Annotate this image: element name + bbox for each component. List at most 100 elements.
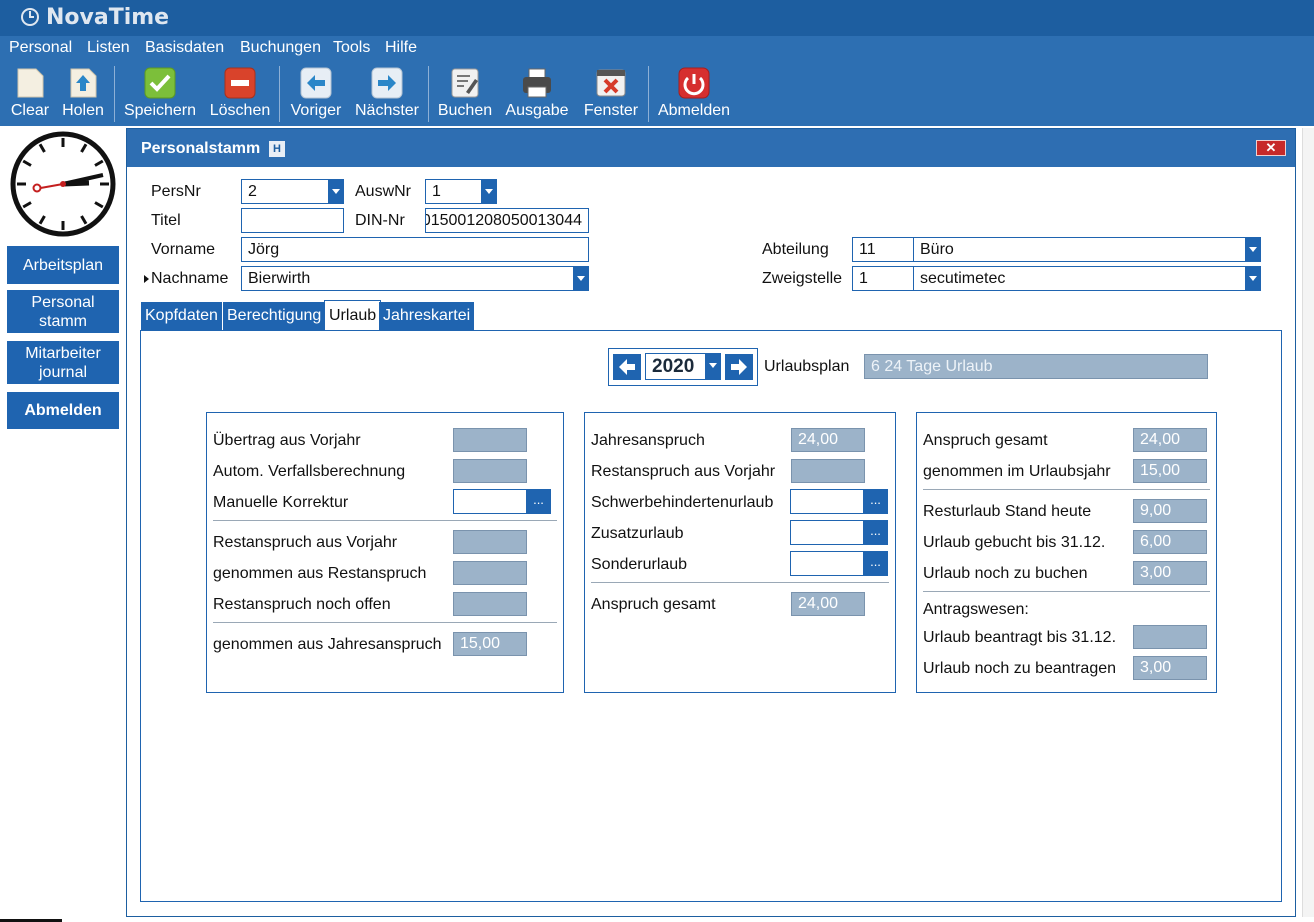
ausgabe-button[interactable]: Ausgabe — [503, 66, 571, 124]
arrow-right-icon — [371, 67, 403, 99]
save-button[interactable]: Speichern — [122, 66, 198, 124]
sidebar-abmelden-button[interactable]: Abmelden — [7, 392, 119, 429]
antragswesen-label: Antragswesen: — [923, 601, 1029, 618]
chevron-down-icon[interactable] — [481, 180, 496, 203]
chevron-down-icon[interactable] — [1245, 267, 1260, 290]
abteilung-nr-input[interactable]: 11 — [852, 237, 915, 262]
restanspruch-label: Restanspruch aus Vorjahr — [213, 534, 398, 551]
fenster-button[interactable]: Fenster — [581, 66, 641, 124]
buchen-button[interactable]: Buchen — [436, 66, 494, 124]
chevron-down-icon[interactable] — [328, 180, 343, 203]
auswnr-select[interactable]: 1 — [425, 179, 497, 204]
anspruch-total-value: 24,00 — [1133, 428, 1207, 452]
anspruch-total-label: Anspruch gesamt — [923, 432, 1048, 449]
ellipsis-button[interactable]: ... — [863, 489, 888, 514]
restanspruch-value — [453, 530, 527, 554]
chevron-down-icon[interactable] — [573, 267, 588, 290]
next-button[interactable]: Nächster — [353, 66, 421, 124]
year-select[interactable]: 2020 — [645, 353, 721, 380]
logout-button[interactable]: Abmelden — [656, 66, 732, 124]
next-year-button[interactable] — [725, 354, 753, 380]
toolbar-separator — [648, 66, 649, 122]
anspruch-gesamt-label: Anspruch gesamt — [591, 596, 716, 613]
menu-hilfe[interactable]: Hilfe — [385, 39, 417, 57]
rest-offen-value — [453, 592, 527, 616]
holen-button[interactable]: Holen — [60, 66, 106, 124]
urlaubsplan-field: 6 24 Tage Urlaub — [864, 354, 1208, 379]
genommen-rest-label: genommen aus Restanspruch — [213, 565, 427, 582]
close-window-icon — [596, 69, 626, 97]
sonderurlaub-input[interactable]: ... — [790, 551, 888, 576]
ellipsis-button[interactable]: ... — [863, 551, 888, 576]
toolbar-separator — [428, 66, 429, 122]
checkmark-icon — [144, 67, 176, 99]
beantragt-value — [1133, 625, 1207, 649]
window-scrollbar[interactable] — [1302, 128, 1314, 917]
vorname-input[interactable]: Jörg — [241, 237, 589, 262]
autom-value — [453, 459, 527, 483]
menu-tools[interactable]: Tools — [333, 39, 370, 57]
divider — [923, 489, 1210, 490]
clear-button[interactable]: Clear — [8, 66, 52, 124]
title-bar: NovaTime — [0, 0, 1314, 36]
jahresanspruch-value: 24,00 — [791, 428, 865, 452]
persnr-select[interactable]: 2 — [241, 179, 344, 204]
zu-buchen-label: Urlaub noch zu buchen — [923, 565, 1088, 582]
divider — [213, 622, 557, 623]
zweigstelle-select[interactable]: secutimetec — [913, 266, 1261, 291]
divider — [213, 520, 557, 521]
window-close-button[interactable]: ✕ — [1256, 140, 1286, 156]
gebucht-value: 6,00 — [1133, 530, 1207, 554]
ellipsis-button[interactable]: ... — [863, 520, 888, 545]
nachname-select[interactable]: Bierwirth — [241, 266, 589, 291]
dinnr-input[interactable]: )015001208050013044 — [425, 208, 589, 233]
chevron-down-icon[interactable] — [1245, 238, 1260, 261]
zusatzurlaub-input[interactable]: ... — [790, 520, 888, 545]
genommen-urlaubsjahr-value: 15,00 — [1133, 459, 1207, 483]
tab-kopfdaten[interactable]: Kopfdaten — [141, 302, 222, 330]
upload-icon — [70, 68, 97, 98]
schwerbehinderten-label: Schwerbehindertenurlaub — [591, 494, 774, 511]
menu-buchungen[interactable]: Buchungen — [240, 39, 321, 57]
menu-listen[interactable]: Listen — [87, 39, 130, 57]
anspruch-gesamt-value: 24,00 — [791, 592, 865, 616]
resturlaub-label: Resturlaub Stand heute — [923, 503, 1092, 520]
uebertrag-value — [453, 428, 527, 452]
titel-input[interactable] — [241, 208, 344, 233]
dinnr-label: DIN-Nr — [355, 212, 405, 229]
abteilung-select[interactable]: Büro — [913, 237, 1261, 262]
previous-button[interactable]: Voriger — [287, 66, 345, 124]
chevron-down-icon[interactable] — [705, 354, 720, 379]
manuelle-input[interactable]: ... — [453, 489, 551, 514]
divider — [591, 582, 889, 583]
menu-personal[interactable]: Personal — [9, 39, 72, 57]
edit-document-icon — [451, 68, 479, 98]
analog-clock — [10, 131, 116, 237]
previous-year-button[interactable] — [613, 354, 641, 380]
zweigstelle-nr-input[interactable]: 1 — [852, 266, 915, 291]
clock-logo-icon — [21, 8, 39, 26]
sidebar-mitarbeiterjournal-button[interactable]: Mitarbeiter journal — [7, 341, 119, 384]
zusatzurlaub-label: Zusatzurlaub — [591, 525, 684, 542]
persnr-label: PersNr — [151, 183, 201, 200]
genommen-rest-value — [453, 561, 527, 585]
tab-urlaub[interactable]: Urlaub — [324, 300, 382, 331]
schwerbehinderten-input[interactable]: ... — [790, 489, 888, 514]
jahresanspruch-label: Jahresanspruch — [591, 432, 705, 449]
tab-jahreskartei[interactable]: Jahreskartei — [379, 302, 475, 330]
restanspruch-vorjahr-label: Restanspruch aus Vorjahr — [591, 463, 776, 480]
auswnr-label: AuswNr — [355, 183, 412, 200]
sidebar-arbeitsplan-button[interactable]: Arbeitsplan — [7, 246, 119, 284]
printer-icon — [523, 68, 551, 98]
minus-icon — [224, 67, 256, 99]
power-icon — [678, 67, 710, 99]
app-title: NovaTime — [46, 5, 170, 30]
zu-beantragen-label: Urlaub noch zu beantragen — [923, 660, 1117, 677]
ellipsis-button[interactable]: ... — [526, 489, 551, 514]
window-badge: H — [269, 141, 285, 157]
delete-button[interactable]: Löschen — [208, 66, 272, 124]
sidebar-personalstamm-button[interactable]: Personal stamm — [7, 290, 119, 333]
menu-basisdaten[interactable]: Basisdaten — [145, 39, 224, 57]
tab-berechtigung[interactable]: Berechtigung — [223, 302, 326, 330]
uebertrag-label: Übertrag aus Vorjahr — [213, 432, 361, 449]
